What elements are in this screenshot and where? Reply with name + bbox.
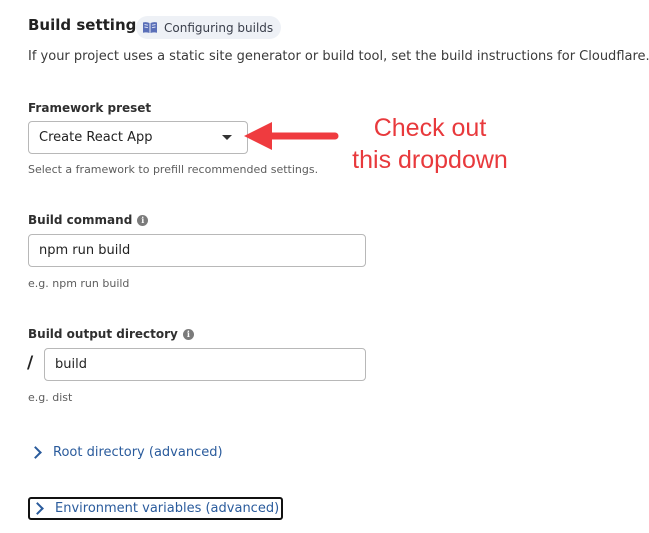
info-icon[interactable]: i <box>182 328 194 340</box>
configuring-builds-label: Configuring builds <box>164 20 274 35</box>
environment-variables-label: Environment variables (advanced) <box>55 501 280 516</box>
framework-preset-value: Create React App <box>39 130 153 145</box>
annotation-line-2: this dropdown <box>352 146 508 174</box>
build-command-input[interactable]: npm run build <box>28 234 366 267</box>
build-output-input[interactable]: build <box>44 348 366 381</box>
book-icon <box>143 22 157 33</box>
info-icon[interactable]: i <box>137 214 149 226</box>
build-command-label: Build command i <box>28 213 149 227</box>
environment-variables-toggle[interactable]: Environment variables (advanced) <box>28 497 284 520</box>
caret-down-icon <box>222 135 232 140</box>
annotation-line-1: Check out <box>373 114 487 142</box>
framework-preset-label: Framework preset <box>28 101 151 115</box>
arrow-left-icon <box>244 122 339 150</box>
build-command-value: npm run build <box>39 243 131 258</box>
build-output-value: build <box>55 357 87 372</box>
chevron-right-icon <box>29 445 42 459</box>
section-title: Build settings <box>28 16 146 34</box>
build-output-label-text: Build output directory <box>28 327 178 341</box>
build-command-hint: e.g. npm run build <box>28 277 130 290</box>
configuring-builds-link[interactable]: Configuring builds <box>136 16 282 39</box>
build-output-label: Build output directory i <box>28 327 194 341</box>
framework-preset-select[interactable]: Create React App <box>28 121 248 154</box>
framework-preset-label-text: Framework preset <box>28 101 152 115</box>
build-command-label-text: Build command <box>28 213 133 227</box>
root-directory-label: Root directory (advanced) <box>53 444 223 460</box>
output-dir-prefix: / <box>27 353 34 373</box>
annotation-callout: Check out this dropdown <box>330 112 530 176</box>
build-output-hint: e.g. dist <box>28 391 73 404</box>
chevron-right-icon <box>31 502 44 515</box>
framework-preset-hint: Select a framework to prefill recommende… <box>28 163 319 176</box>
root-directory-toggle[interactable]: Root directory (advanced) <box>28 441 223 463</box>
intro-text: If your project uses a static site gener… <box>28 49 649 64</box>
